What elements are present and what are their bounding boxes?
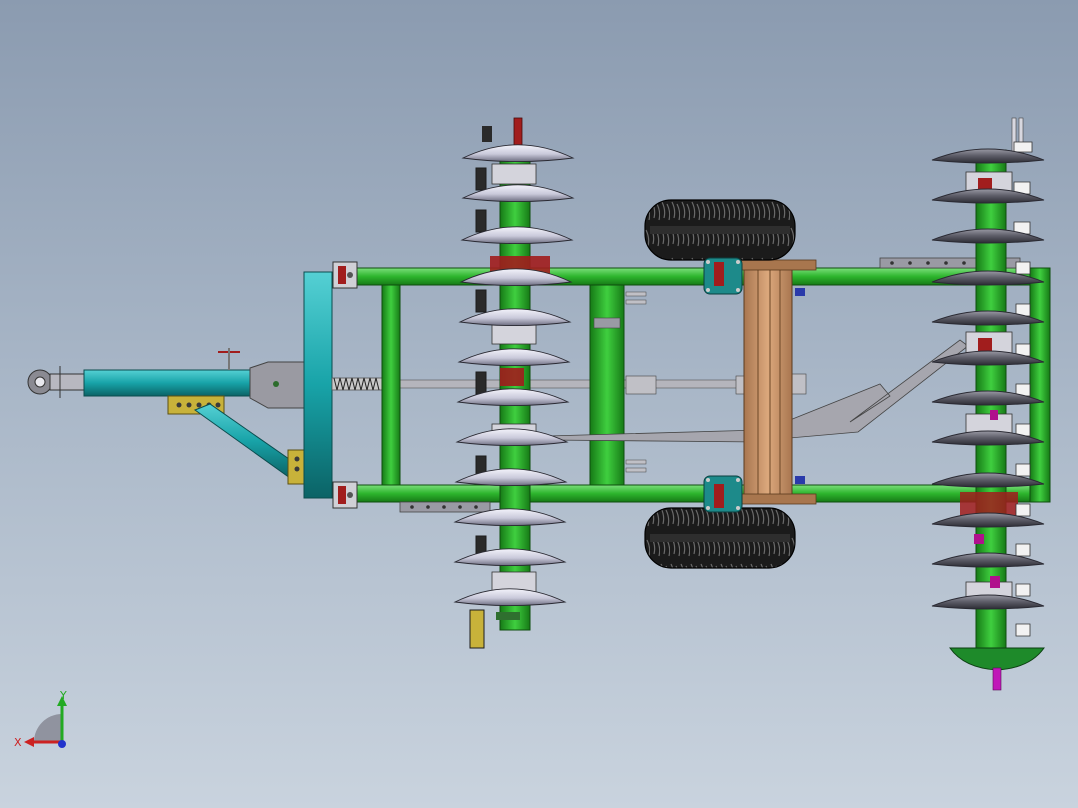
z-axis-arrow-icon xyxy=(58,740,66,748)
front-disc-blade xyxy=(456,388,570,407)
front-disc-blade xyxy=(453,588,567,607)
rail-plate-bottom xyxy=(399,501,491,513)
hitch-eye-icon xyxy=(27,366,85,398)
disc-harrow-top-view: Y X xyxy=(14,117,1051,749)
wheel-hub-bottom xyxy=(703,475,743,513)
brace-plate xyxy=(287,449,307,485)
coordinate-triad: Y X xyxy=(14,689,67,749)
front-pivot-bottom xyxy=(332,481,358,509)
wheel-top xyxy=(644,199,796,261)
spring xyxy=(331,377,383,391)
front-disc-blade xyxy=(461,144,575,163)
front-disc-blade xyxy=(455,428,569,447)
front-disc-blade xyxy=(453,548,567,567)
front-disc-blade xyxy=(454,468,568,487)
rear-disc-blade xyxy=(931,594,1045,610)
triad-plane-icon xyxy=(34,714,62,742)
triad-y-label: Y xyxy=(59,689,67,702)
front-disc-blade xyxy=(457,348,571,367)
jack-pin xyxy=(218,348,240,370)
rear-disc-gang xyxy=(931,117,1045,691)
triad-x-label: X xyxy=(14,736,22,749)
cad-viewport[interactable]: Y X xyxy=(0,0,1078,808)
front-pivot-top xyxy=(332,261,358,289)
wheel-hub-top xyxy=(703,257,743,295)
wheel-bottom xyxy=(644,507,796,569)
